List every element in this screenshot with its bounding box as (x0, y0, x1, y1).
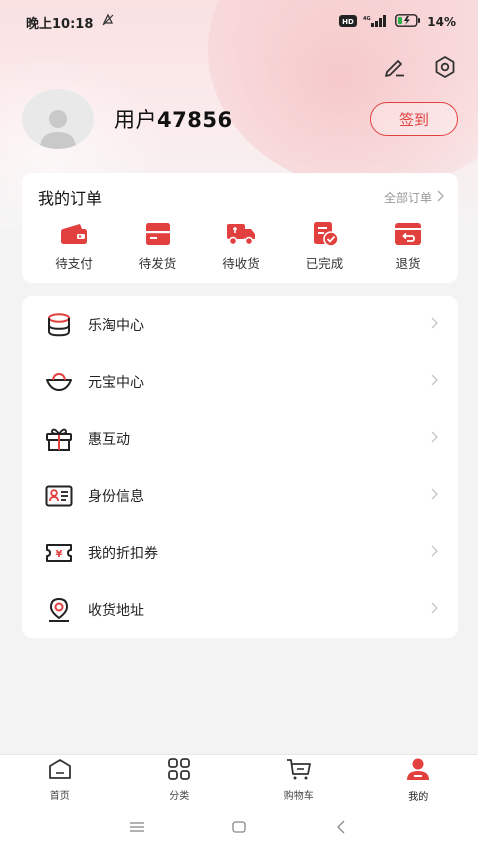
all-orders-link[interactable]: 全部订单 (384, 189, 444, 206)
battery-icon (395, 14, 421, 30)
order-completed[interactable]: 已完成 (287, 221, 363, 272)
header-actions (382, 54, 458, 80)
chevron-right-icon (430, 431, 438, 447)
home-icon (47, 758, 73, 784)
menu-label: 惠互动 (88, 431, 130, 448)
signin-button[interactable]: 签到 (370, 102, 458, 136)
alarm-off-icon (101, 13, 115, 31)
tab-label: 购物车 (283, 790, 314, 802)
package-icon (143, 221, 173, 247)
chevron-right-icon (430, 602, 438, 618)
tab-me[interactable]: 我的 (359, 755, 478, 804)
menu-item-address[interactable]: 收货地址 (22, 581, 458, 638)
user-icon (405, 757, 431, 785)
menu-icon[interactable] (127, 817, 147, 837)
chevron-right-icon (430, 317, 438, 333)
return-icon (393, 221, 423, 247)
profile-section: 用户47856 签到 (22, 86, 458, 152)
all-orders-label: 全部订单 (383, 190, 432, 205)
username-number: 47856 (157, 108, 233, 132)
tab-cart[interactable]: 购物车 (239, 755, 359, 804)
wallet-icon (59, 221, 89, 247)
location-icon (44, 597, 74, 623)
system-nav-bar (0, 804, 478, 850)
id-card-icon (44, 483, 74, 509)
order-pending-shipment[interactable]: 待发货 (120, 221, 196, 272)
chevron-right-icon (430, 545, 438, 561)
coins-icon (44, 312, 74, 338)
tab-category[interactable]: 分类 (120, 755, 240, 804)
order-label: 待收货 (222, 256, 260, 271)
svg-text:HD: HD (342, 18, 354, 26)
cart-icon (285, 758, 313, 784)
svg-text:¥: ¥ (56, 549, 63, 560)
menu-item-coupons[interactable]: ¥ 我的折扣券 (22, 524, 458, 581)
done-icon (310, 221, 340, 247)
hd-icon: HD (339, 14, 358, 30)
menu-card: 乐淘中心 元宝中心 惠互动 身份信息 ¥ 我的折扣券 收货地址 (22, 296, 458, 638)
orders-card: 我的订单 全部订单 待支付 待发货 待收货 已完成 退货 (22, 173, 458, 283)
tab-label: 分类 (169, 790, 190, 802)
order-label: 待发货 (138, 256, 177, 271)
username: 用户47856 (114, 104, 233, 134)
category-icon (166, 757, 192, 784)
chevron-right-icon (430, 488, 438, 504)
back-icon[interactable] (331, 817, 351, 837)
order-label: 退货 (395, 256, 421, 271)
menu-item-identity[interactable]: 身份信息 (22, 467, 458, 524)
settings-icon[interactable] (432, 54, 458, 80)
orders-title: 我的订单 (38, 189, 103, 208)
battery-level: 14% (427, 15, 456, 29)
chevron-right-icon (436, 190, 444, 205)
truck-icon (226, 221, 256, 247)
menu-item-yuanbao-center[interactable]: 元宝中心 (22, 353, 458, 410)
status-time: 晚上10:18 (26, 16, 94, 32)
signal-icon: 4G (363, 14, 389, 31)
home-square-icon[interactable] (229, 817, 249, 837)
menu-label: 乐淘中心 (88, 317, 144, 334)
ingot-icon (44, 369, 74, 395)
menu-label: 元宝中心 (88, 374, 144, 391)
tab-label: 首页 (49, 790, 70, 802)
chevron-right-icon (430, 374, 438, 390)
status-bar: 晚上10:18 HD 4G 14% (0, 0, 478, 44)
order-pending-receipt[interactable]: 待收货 (203, 221, 279, 272)
bottom-tab-bar: 首页 分类 购物车 我的 (0, 754, 478, 804)
avatar-placeholder-icon (40, 110, 76, 149)
order-label: 已完成 (305, 256, 344, 271)
network-label: 4G (363, 16, 371, 22)
coupon-icon: ¥ (44, 540, 74, 566)
order-label: 待支付 (55, 256, 93, 271)
menu-label: 身份信息 (88, 488, 144, 505)
tab-home[interactable]: 首页 (0, 755, 120, 804)
username-prefix: 用户 (114, 108, 157, 132)
edit-icon[interactable] (382, 54, 408, 80)
menu-item-letao-center[interactable]: 乐淘中心 (22, 296, 458, 353)
order-returns[interactable]: 退货 (370, 221, 446, 272)
order-pending-payment[interactable]: 待支付 (36, 221, 112, 272)
menu-label: 收货地址 (88, 602, 144, 619)
gift-icon (44, 426, 74, 452)
avatar[interactable] (22, 89, 94, 149)
tab-label: 我的 (408, 791, 429, 803)
menu-label: 我的折扣券 (88, 545, 158, 562)
menu-item-interaction[interactable]: 惠互动 (22, 410, 458, 467)
